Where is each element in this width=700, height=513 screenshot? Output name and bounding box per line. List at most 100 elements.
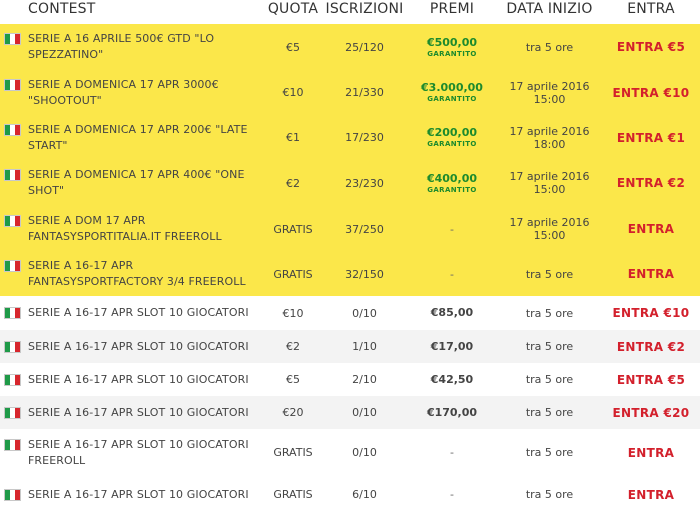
- contest-name[interactable]: SERIE A 16-17 APR FANTASYSPORTFACTORY 3/…: [28, 258, 258, 290]
- italy-flag-icon: [4, 373, 21, 386]
- entra-button[interactable]: ENTRA: [628, 446, 674, 460]
- contest-name[interactable]: SERIE A DOM 17 APR FANTASYSPORTITALIA.IT…: [28, 213, 258, 245]
- premi-empty: -: [450, 446, 454, 459]
- contest-cell: SERIE A 16-17 APR SLOT 10 GIOCATORI: [0, 363, 264, 396]
- contest-row: SERIE A DOMENICA 17 APR 200€ "LATE START…: [0, 115, 700, 160]
- contest-row: SERIE A 16-17 APR SLOT 10 GIOCATORI €2 1…: [0, 330, 700, 363]
- entra-button[interactable]: ENTRA: [628, 222, 674, 236]
- data-inizio-cell: 17 aprile 2016 15:00: [497, 206, 602, 252]
- data-inizio-cell: 17 aprile 2016 15:00: [497, 70, 602, 115]
- header-contest[interactable]: CONTEST: [0, 0, 264, 24]
- iscrizioni-cell: 2/10: [322, 363, 407, 396]
- data-inizio-cell: tra 5 ore: [497, 363, 602, 396]
- contest-name[interactable]: SERIE A 16 APRILE 500€ GTD "LO SPEZZATIN…: [28, 31, 258, 63]
- contest-cell: SERIE A 16-17 APR SLOT 10 GIOCATORI: [0, 296, 264, 330]
- italy-flag-icon: [4, 406, 21, 419]
- italy-flag-icon: [4, 488, 21, 501]
- data-inizio-cell: tra 5 ore: [497, 429, 602, 476]
- entra-button[interactable]: ENTRA: [628, 488, 674, 502]
- contest-name[interactable]: SERIE A 16-17 APR SLOT 10 GIOCATORI FREE…: [28, 437, 258, 469]
- italy-flag-icon: [4, 307, 21, 319]
- iscrizioni-cell: 37/250: [322, 206, 407, 252]
- entra-cell: ENTRA: [602, 206, 700, 252]
- entra-button[interactable]: ENTRA €1: [617, 131, 685, 145]
- contest-name[interactable]: SERIE A 16-17 APR SLOT 10 GIOCATORI: [28, 372, 249, 388]
- data-inizio-cell: tra 5 ore: [497, 24, 602, 70]
- contest-cell: SERIE A DOMENICA 17 APR 400€ "ONE SHOT": [0, 160, 264, 206]
- entra-button[interactable]: ENTRA €10: [613, 86, 690, 100]
- contest-name[interactable]: SERIE A 16-17 APR SLOT 10 GIOCATORI: [28, 405, 249, 421]
- premi-amount: €200,00: [426, 126, 478, 139]
- contest-row: SERIE A 16 APRILE 500€ GTD "LO SPEZZATIN…: [0, 24, 700, 70]
- entra-button[interactable]: ENTRA: [628, 267, 674, 281]
- italy-flag-icon: [4, 123, 21, 136]
- contest-name[interactable]: SERIE A 16-17 APR SLOT 10 GIOCATORI: [28, 339, 249, 355]
- header-quota[interactable]: QUOTA: [264, 0, 322, 24]
- data-inizio-cell: 17 aprile 2016 15:00: [497, 160, 602, 206]
- entra-button[interactable]: ENTRA €20: [613, 406, 690, 420]
- contest-row: SERIE A 16-17 APR SLOT 10 GIOCATORI €20 …: [0, 396, 700, 429]
- entra-button[interactable]: ENTRA €5: [617, 373, 685, 387]
- premi-cell: €85,00: [407, 296, 497, 330]
- contest-cell: SERIE A 16-17 APR FANTASYSPORTFACTORY 3/…: [0, 252, 264, 296]
- contest-name[interactable]: SERIE A 16-17 APR SLOT 10 GIOCATORI: [28, 305, 249, 321]
- entra-button[interactable]: ENTRA €10: [613, 306, 690, 320]
- contest-row: SERIE A 16-17 APR SLOT 10 GIOCATORI €10 …: [0, 296, 700, 330]
- premi-cell: €500,00 GARANTITO: [407, 24, 497, 70]
- data-inizio-cell: tra 5 ore: [497, 252, 602, 296]
- entra-button[interactable]: ENTRA €5: [617, 40, 685, 54]
- quota-cell: €2: [264, 160, 322, 206]
- premi-amount: €42,50: [430, 372, 474, 386]
- header-row: CONTEST QUOTA ISCRIZIONI PREMI DATA INIZ…: [0, 0, 700, 24]
- contest-cell: SERIE A 16 APRILE 500€ GTD "LO SPEZZATIN…: [0, 24, 264, 70]
- entra-button[interactable]: ENTRA €2: [617, 176, 685, 190]
- iscrizioni-cell: 6/10: [322, 476, 407, 513]
- entra-cell: ENTRA €5: [602, 363, 700, 396]
- premi-amount: €500,00: [426, 35, 478, 49]
- entra-button[interactable]: ENTRA €2: [617, 340, 685, 354]
- entra-cell: ENTRA €2: [602, 160, 700, 206]
- iscrizioni-cell: 23/230: [322, 160, 407, 206]
- entra-cell: ENTRA €20: [602, 396, 700, 429]
- contest-row: SERIE A 16-17 APR SLOT 10 GIOCATORI €5 2…: [0, 363, 700, 396]
- contest-name[interactable]: SERIE A DOMENICA 17 APR 3000€ "SHOOTOUT": [28, 77, 258, 109]
- contest-row: SERIE A DOMENICA 17 APR 400€ "ONE SHOT" …: [0, 160, 700, 206]
- premi-cell: -: [407, 429, 497, 476]
- italy-flag-icon: [4, 33, 21, 45]
- data-inizio-cell: 17 aprile 2016 18:00: [497, 115, 602, 160]
- premi-cell: -: [407, 252, 497, 296]
- contest-cell: SERIE A 16-17 APR SLOT 10 GIOCATORI: [0, 476, 264, 513]
- italy-flag-icon: [4, 438, 21, 451]
- quota-cell: €20: [264, 396, 322, 429]
- header-premi[interactable]: PREMI: [407, 0, 497, 24]
- iscrizioni-cell: 17/230: [322, 115, 407, 160]
- iscrizioni-cell: 32/150: [322, 252, 407, 296]
- garantito-label: GARANTITO: [427, 185, 477, 194]
- entra-cell: ENTRA €5: [602, 24, 700, 70]
- premi-cell: €170,00: [407, 396, 497, 429]
- garantito-label: GARANTITO: [427, 140, 477, 148]
- contest-cell: SERIE A 16-17 APR SLOT 10 GIOCATORI: [0, 396, 264, 429]
- iscrizioni-cell: 1/10: [322, 330, 407, 363]
- premi-empty: -: [450, 267, 454, 281]
- quota-cell: €5: [264, 363, 322, 396]
- entra-cell: ENTRA €1: [602, 115, 700, 160]
- quota-cell: GRATIS: [264, 206, 322, 252]
- quota-cell: €2: [264, 330, 322, 363]
- entra-cell: ENTRA €10: [602, 70, 700, 115]
- entra-cell: ENTRA: [602, 252, 700, 296]
- contest-name[interactable]: SERIE A DOMENICA 17 APR 400€ "ONE SHOT": [28, 167, 258, 199]
- header-iscrizioni[interactable]: ISCRIZIONI: [322, 0, 407, 24]
- quota-cell: GRATIS: [264, 429, 322, 476]
- italy-flag-icon: [4, 169, 21, 181]
- contest-name[interactable]: SERIE A 16-17 APR SLOT 10 GIOCATORI: [28, 487, 249, 503]
- contest-name[interactable]: SERIE A DOMENICA 17 APR 200€ "LATE START…: [28, 122, 258, 154]
- data-inizio-cell: tra 5 ore: [497, 476, 602, 513]
- italy-flag-icon: [4, 78, 21, 91]
- premi-amount: €17,00: [430, 339, 474, 353]
- header-data-inizio[interactable]: DATA INIZIO: [497, 0, 602, 24]
- premi-empty: -: [450, 222, 454, 236]
- data-inizio-cell: tra 5 ore: [497, 330, 602, 363]
- premi-empty: -: [450, 488, 454, 501]
- italy-flag-icon: [4, 260, 21, 272]
